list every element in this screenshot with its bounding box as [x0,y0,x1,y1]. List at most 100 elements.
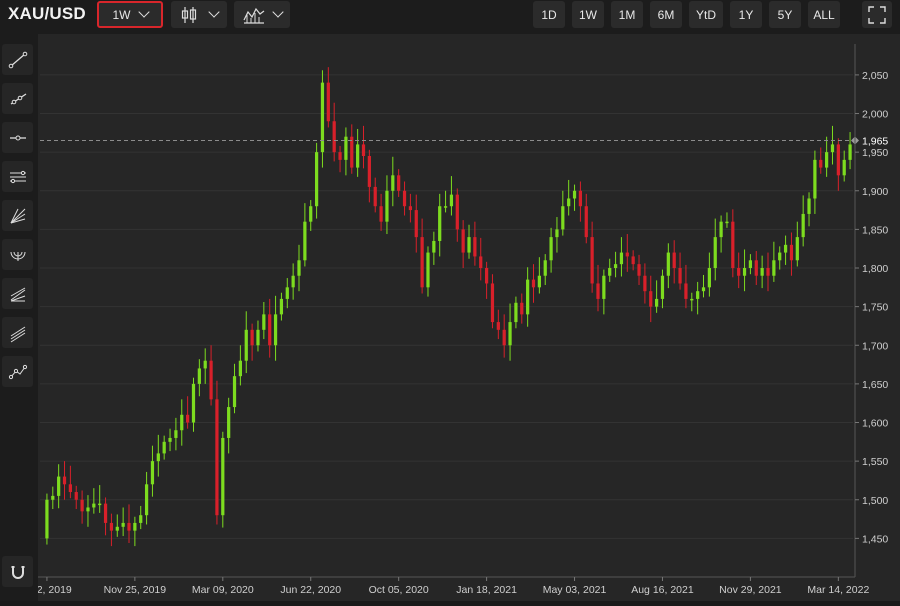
candle-up [432,231,436,265]
candle-body [631,256,635,265]
candle-body [397,175,401,191]
candle-body [98,503,102,506]
candle-body [608,268,612,276]
candle-body [526,279,530,315]
candle-body [150,461,155,485]
candle-down [80,490,84,524]
pitchfork-tool[interactable] [2,278,33,309]
range-1d-button[interactable]: 1D [533,1,565,28]
candle-body [825,152,829,168]
candle-up [707,252,711,297]
candle-body [303,221,307,261]
fan-tool[interactable] [2,200,33,231]
y-tick-label: 1,800 [862,263,888,275]
candle-down [408,193,413,223]
candle-up [262,302,266,340]
interval-dropdown[interactable]: 1W [97,1,163,28]
multi-line-tool[interactable] [2,317,33,348]
candle-up [285,278,289,309]
candle-body [391,175,395,191]
candle-body [320,82,325,153]
candle-body [490,283,495,323]
price-chart[interactable]: 1,965 1,450 1,500 1,550 1,600 1,650 1,700 1,75… [22,34,900,601]
candle-body [197,368,201,384]
candle-body [567,198,571,207]
horizontal-line-icon [9,135,26,140]
range-5y-button[interactable]: 5Y [769,1,801,28]
candle-up [273,295,278,361]
fullscreen-button[interactable] [862,1,892,28]
candle-body [484,268,489,284]
candle-body [772,260,776,276]
candle-body [725,221,729,224]
candle-body [92,503,96,508]
candle-body [537,275,541,288]
path-tool[interactable] [2,356,33,387]
candle-body [168,437,172,442]
chart-type-dropdown[interactable] [171,1,227,28]
ray-tool[interactable] [2,83,33,114]
range-all-button[interactable]: ALL [808,1,840,28]
range-1w-button[interactable]: 1W [572,1,604,28]
y-tick-label: 1,500 [862,495,888,507]
candle-up [309,200,313,231]
range-ytd-button[interactable]: YtD [689,1,723,28]
candle-body [690,298,694,301]
candle-up [203,348,207,384]
candle-body [742,268,747,276]
candle-up [748,254,753,275]
candle-body [701,287,706,292]
candle-body [561,206,565,230]
candle-up [57,464,61,509]
parallel-channel-tool[interactable] [2,161,33,192]
y-tick-label: 1,600 [862,418,888,430]
trend-line-tool[interactable] [2,44,33,75]
horizontal-line-tool[interactable] [2,122,33,153]
candle-up [602,269,606,315]
range-1y-button[interactable]: 1Y [730,1,762,28]
candle-body [268,314,272,346]
candle-up [801,195,805,247]
candle-body [144,484,149,516]
candle-body [842,159,846,176]
range-1m-button[interactable]: 1M [611,1,643,28]
candle-body [127,522,131,531]
candle-up [543,254,547,286]
candle-up [830,125,835,165]
chart-area[interactable]: 1,965 1,450 1,500 1,550 1,600 1,650 1,700 1,75… [22,34,900,601]
candle-body [602,275,606,299]
candle-up [92,488,96,514]
candle-up [719,215,723,253]
candle-up [180,399,184,446]
candle-body [520,302,524,315]
candle-body [748,260,753,269]
candle-up [238,345,242,386]
candle-down [367,149,371,203]
candle-body [649,291,653,307]
arc-tool[interactable] [2,239,33,270]
candle-body [443,206,448,208]
candle-up [701,274,706,298]
candle-body [590,237,594,284]
candle-body [373,186,377,207]
candle-body [356,144,360,168]
arc-icon [10,251,25,261]
candle-up [121,507,125,537]
indicators-dropdown[interactable] [234,1,290,28]
candle-down [479,237,483,281]
range-6m-button[interactable]: 6M [650,1,682,28]
candle-up [314,142,319,219]
x-tick-label: Jan 18, 2021 [456,584,517,596]
candle-body [438,206,442,241]
candle-up [795,221,799,267]
candle-body [180,414,184,431]
candle-body [121,522,125,527]
candle-down [531,264,536,303]
candle-body [795,237,799,261]
current-price-line-group: 1,965 [40,136,888,148]
candle-down [496,309,500,340]
candle-up [613,251,618,278]
candle-body [731,221,735,269]
candle-up [778,246,782,270]
magnet-tool[interactable] [2,556,33,587]
